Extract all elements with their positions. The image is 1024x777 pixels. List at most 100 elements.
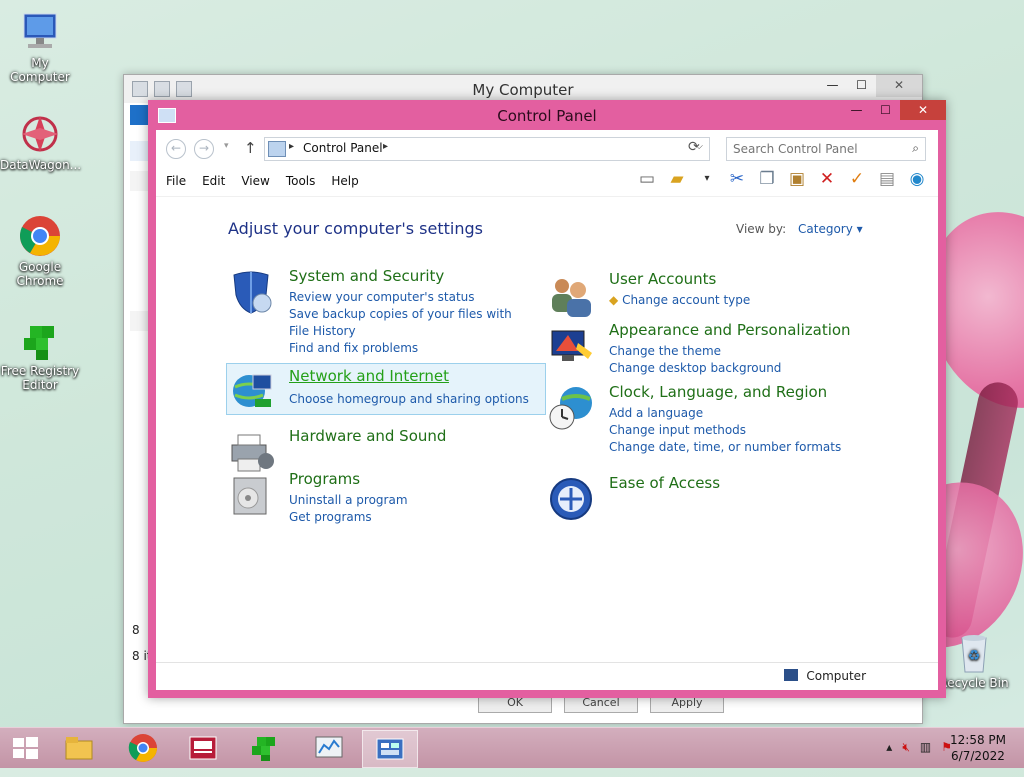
desktop-icon-free-registry-editor[interactable]: Free Registry Editor xyxy=(0,318,80,392)
datawagon-icon xyxy=(18,112,62,156)
taskbar-chrome[interactable] xyxy=(116,730,170,766)
link-change-input[interactable]: Change input methods xyxy=(609,422,849,439)
folder-icon xyxy=(65,737,93,760)
show-hidden-icons-icon[interactable]: ▴ xyxy=(886,740,892,755)
minimize-button[interactable]: — xyxy=(818,75,847,97)
category-title[interactable]: Appearance and Personalization xyxy=(609,321,851,339)
title-bar[interactable]: My Computer — ☐ ✕ xyxy=(124,75,922,103)
view-by-value[interactable]: Category xyxy=(798,222,853,236)
link-file-history[interactable]: Save backup copies of your files with Fi… xyxy=(289,306,529,340)
up-button[interactable]: ↑ xyxy=(244,139,257,157)
registry-cubes-icon xyxy=(252,737,275,761)
refresh-button[interactable]: ⟳ xyxy=(688,139,700,155)
link-get-programs[interactable]: Get programs xyxy=(289,509,529,526)
chrome-icon xyxy=(18,214,62,258)
clock[interactable]: 12:58 PM 6/7/2022 xyxy=(950,732,1006,764)
category-title[interactable]: Programs xyxy=(289,470,360,488)
close-button[interactable]: ✕ xyxy=(876,75,922,97)
control-panel-icon xyxy=(376,738,404,760)
breadcrumb-separator-icon[interactable]: ▸ xyxy=(383,141,388,152)
view-by-dropdown[interactable]: Category ▾ xyxy=(798,222,863,236)
recent-locations-dropdown[interactable]: ▾ xyxy=(224,141,229,151)
search-input[interactable] xyxy=(731,141,905,157)
maximize-button[interactable]: ☐ xyxy=(871,100,900,120)
taskbar-performance-monitor[interactable] xyxy=(302,730,356,766)
link-homegroup[interactable]: Choose homegroup and sharing options xyxy=(289,391,529,408)
search-box[interactable]: ⌕ xyxy=(726,137,926,161)
link-change-account-type[interactable]: ◆ Change account type xyxy=(609,292,849,309)
monitor-color-icon xyxy=(548,323,594,369)
category-title[interactable]: Hardware and Sound xyxy=(289,427,446,445)
link-change-theme[interactable]: Change the theme xyxy=(609,343,849,360)
view-by: View by: Category ▾ xyxy=(736,222,863,236)
category-user-accounts: User Accounts ◆ Change account type xyxy=(548,270,868,320)
category-system-security: System and Security Review your computer… xyxy=(228,267,548,355)
desktop-icon-google-chrome[interactable]: Google Chrome xyxy=(0,214,80,288)
menu-view[interactable]: View xyxy=(241,174,269,188)
copy-icon[interactable]: ❐ xyxy=(756,168,778,190)
minimize-button[interactable]: — xyxy=(842,100,871,120)
forward-button[interactable]: → xyxy=(194,139,214,159)
start-button[interactable] xyxy=(0,730,50,766)
taskbar-registry-editor[interactable] xyxy=(238,730,292,766)
desktop-icon-datawagon[interactable]: DataWagon... xyxy=(0,112,81,172)
link-fix-problems[interactable]: Find and fix problems xyxy=(289,340,529,357)
maximize-button[interactable]: ☐ xyxy=(847,75,876,97)
control-panel-window[interactable]: Control Panel — ☐ ✕ ← → ▾ ↑ ▸ Control Pa… xyxy=(148,100,946,698)
back-button[interactable]: ← xyxy=(166,139,186,159)
control-panel-icon xyxy=(268,141,286,157)
taskbar: ▴ 🔇︎ ▥ ⚑ 12:58 PM 6/7/2022 xyxy=(0,727,1024,768)
menu-file[interactable]: File xyxy=(166,174,186,188)
category-title[interactable]: User Accounts xyxy=(609,270,716,288)
link-uninstall-program[interactable]: Uninstall a program xyxy=(289,492,529,509)
delete-icon[interactable]: ✕ xyxy=(816,168,838,190)
status-partial: 8 xyxy=(132,623,140,637)
desktop-icon-label: Google Chrome xyxy=(16,260,64,288)
close-button[interactable]: ✕ xyxy=(900,100,946,120)
category-title[interactable]: System and Security xyxy=(289,267,444,285)
desktop-icon-my-computer[interactable]: My Computer xyxy=(0,10,80,84)
cut-icon[interactable]: ✂ xyxy=(726,168,748,190)
category-network-internet[interactable]: Network and Internet Choose homegroup an… xyxy=(226,363,546,415)
breadcrumb-separator-icon[interactable]: ▸ xyxy=(289,141,294,152)
category-title[interactable]: Clock, Language, and Region xyxy=(609,383,827,401)
breadcrumb-control-panel[interactable]: Control Panel xyxy=(303,141,383,155)
folder-options-icon[interactable]: ▰ xyxy=(666,168,688,190)
uac-shield-icon: ◆ xyxy=(609,293,619,307)
link-change-background[interactable]: Change desktop background xyxy=(609,360,849,377)
globe-icon[interactable]: ◉ xyxy=(906,168,928,190)
paste-icon[interactable]: ▣ xyxy=(786,168,808,190)
taskbar-presentation-app[interactable] xyxy=(176,730,230,766)
page-title: Adjust your computer's settings xyxy=(228,219,483,238)
computer-icon xyxy=(784,669,798,681)
address-bar[interactable]: ▸ Control Panel ▸ ⌵ xyxy=(264,137,710,161)
link-review-status[interactable]: Review your computer's status xyxy=(289,289,529,306)
link-text[interactable]: Change account type xyxy=(622,293,750,307)
link-change-date-time[interactable]: Change date, time, or number formats xyxy=(609,439,849,456)
menu-help[interactable]: Help xyxy=(331,174,358,188)
search-icon[interactable]: ⌕ xyxy=(912,141,919,156)
volume-muted-icon[interactable]: 🔇︎ xyxy=(902,740,910,755)
layout-pane-icon[interactable]: ▭ xyxy=(636,168,658,190)
desktop-icon-recycle-bin[interactable]: ♻ Recycle Bin xyxy=(934,630,1014,690)
menu-tools[interactable]: Tools xyxy=(286,174,316,188)
ribbon-file-tab[interactable] xyxy=(130,105,150,125)
taskbar-control-panel[interactable] xyxy=(362,730,418,768)
category-title[interactable]: Ease of Access xyxy=(609,474,720,492)
checkmark-icon[interactable]: ✓ xyxy=(846,168,868,190)
category-title[interactable]: Network and Internet xyxy=(289,367,449,385)
network-icon[interactable]: ▥ xyxy=(920,740,931,755)
link-add-language[interactable]: Add a language xyxy=(609,405,849,422)
desktop-icon-label: Free Registry Editor xyxy=(0,364,80,392)
svg-text:♻: ♻ xyxy=(968,648,981,664)
dropdown-arrow-icon[interactable]: ▾ xyxy=(696,168,718,190)
shield-icon xyxy=(228,269,274,315)
title-bar[interactable]: Control Panel — ☐ ✕ xyxy=(148,100,946,130)
status-location: Computer xyxy=(806,669,866,683)
clock-time: 12:58 PM xyxy=(950,733,1006,747)
chrome-icon xyxy=(128,734,157,762)
properties-icon[interactable]: ▤ xyxy=(876,168,898,190)
taskbar-file-explorer[interactable] xyxy=(52,730,106,766)
printer-icon xyxy=(228,429,274,475)
menu-edit[interactable]: Edit xyxy=(202,174,225,188)
